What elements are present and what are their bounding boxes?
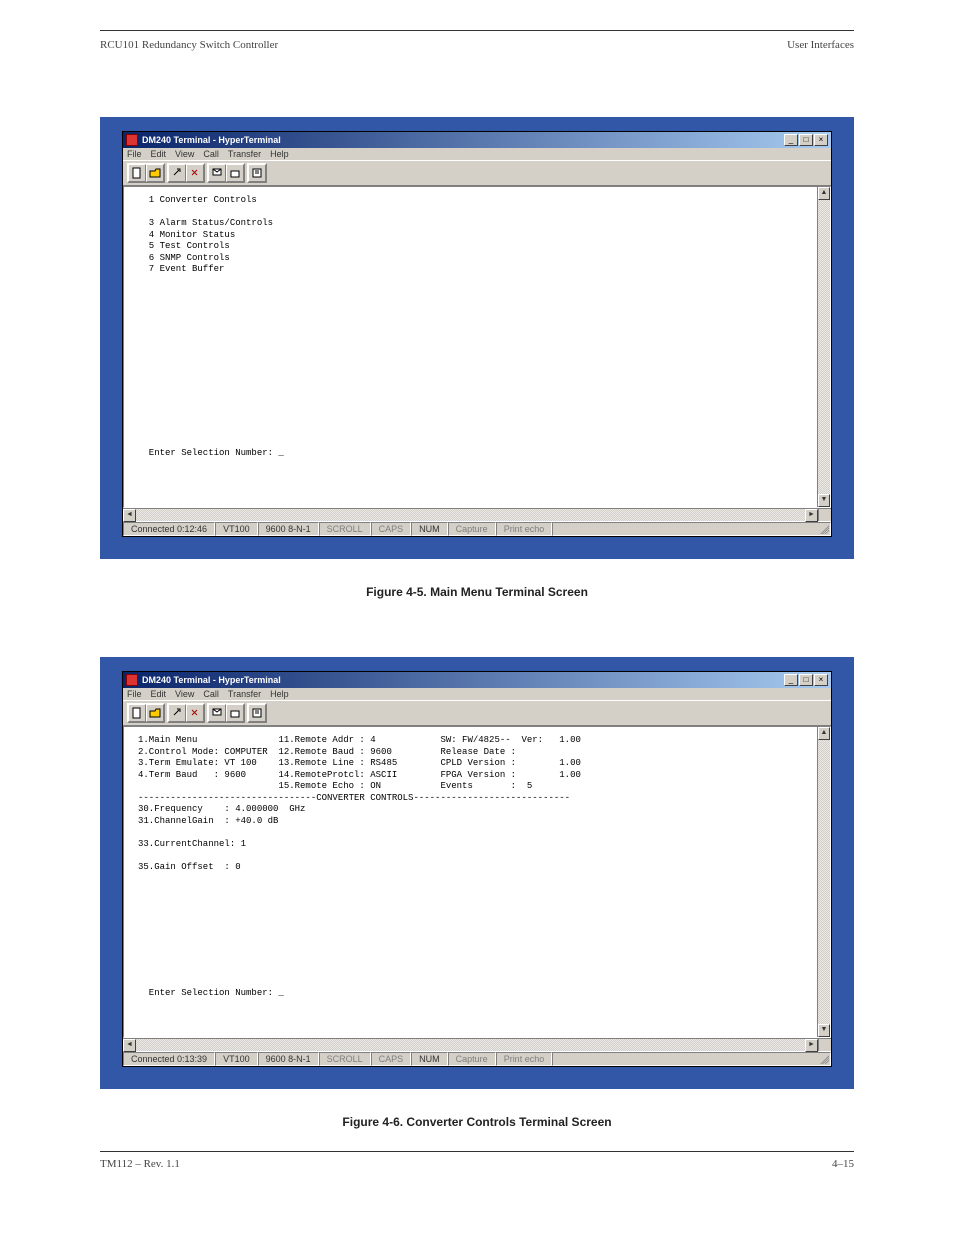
menu-transfer[interactable]: Transfer — [228, 689, 261, 699]
hyperterminal-window: DM240 Terminal - HyperTerminal _ □ × Fil… — [122, 671, 832, 1067]
scroll-track-v[interactable] — [818, 200, 830, 494]
menu-file[interactable]: File — [127, 689, 142, 699]
menu-view[interactable]: View — [175, 149, 194, 159]
scroll-left-icon[interactable]: ◄ — [123, 509, 136, 522]
scroll-right-icon[interactable]: ► — [805, 1039, 818, 1052]
connect-icon[interactable] — [168, 164, 186, 182]
terminal-area[interactable]: 1 Converter Controls 3 Alarm Status/Cont… — [123, 186, 831, 508]
status-connected: Connected 0:13:39 — [123, 1052, 215, 1066]
doc-header-left: RCU101 Redundancy Switch Controller — [100, 39, 278, 51]
menubar[interactable]: File Edit View Call Transfer Help — [123, 148, 831, 160]
doc-header-right: User Interfaces — [787, 39, 854, 51]
terminal-content: 1.Main Menu 11.Remote Addr : 4 SW: FW/48… — [124, 727, 817, 1037]
menu-view[interactable]: View — [175, 689, 194, 699]
scroll-right-icon[interactable]: ► — [805, 509, 818, 522]
statusbar: Connected 0:12:46 VT100 9600 8-N-1 SCROL… — [123, 521, 831, 536]
terminal-content: 1 Converter Controls 3 Alarm Status/Cont… — [124, 187, 817, 507]
figure-2: DM240 Terminal - HyperTerminal _ □ × Fil… — [100, 657, 854, 1089]
menu-call[interactable]: Call — [203, 689, 219, 699]
minimize-button[interactable]: _ — [784, 134, 798, 146]
status-emulation: VT100 — [215, 522, 258, 536]
minimize-button[interactable]: _ — [784, 674, 798, 686]
scroll-track-h[interactable] — [136, 509, 805, 521]
hyperterminal-window: DM240 Terminal - HyperTerminal _ □ × Fil… — [122, 131, 832, 537]
figure-2-caption: Figure 4-6. Converter Controls Terminal … — [100, 1115, 854, 1129]
figure-1-caption: Figure 4-5. Main Menu Terminal Screen — [100, 585, 854, 599]
status-caps: CAPS — [371, 522, 412, 536]
status-caps: CAPS — [371, 1052, 412, 1066]
scroll-corner — [818, 1038, 831, 1051]
properties-icon[interactable] — [248, 164, 266, 182]
open-icon[interactable] — [146, 164, 164, 182]
terminal-area[interactable]: 1.Main Menu 11.Remote Addr : 4 SW: FW/48… — [123, 726, 831, 1038]
window-titlebar[interactable]: DM240 Terminal - HyperTerminal _ □ × — [123, 132, 831, 148]
status-baud: 9600 8-N-1 — [258, 522, 319, 536]
open-icon[interactable] — [146, 704, 164, 722]
scroll-up-icon[interactable]: ▲ — [818, 187, 830, 200]
app-icon — [126, 674, 138, 686]
scroll-track-h[interactable] — [136, 1039, 805, 1051]
send-icon[interactable] — [208, 164, 226, 182]
toolbar — [123, 160, 831, 186]
vertical-scrollbar[interactable]: ▲ ▼ — [817, 187, 830, 507]
properties-icon[interactable] — [248, 704, 266, 722]
maximize-button[interactable]: □ — [799, 674, 813, 686]
scroll-down-icon[interactable]: ▼ — [818, 1024, 830, 1037]
connect-icon[interactable] — [168, 704, 186, 722]
resize-grip-icon[interactable] — [818, 1053, 829, 1064]
figure-1: DM240 Terminal - HyperTerminal _ □ × Fil… — [100, 117, 854, 559]
menu-edit[interactable]: Edit — [151, 149, 167, 159]
scroll-down-icon[interactable]: ▼ — [818, 494, 830, 507]
menu-transfer[interactable]: Transfer — [228, 149, 261, 159]
status-capture: Capture — [448, 522, 496, 536]
new-icon[interactable] — [128, 704, 146, 722]
resize-grip-icon[interactable] — [818, 523, 829, 534]
status-num: NUM — [411, 1052, 448, 1066]
window-title: DM240 Terminal - HyperTerminal — [142, 135, 784, 145]
status-baud: 9600 8-N-1 — [258, 1052, 319, 1066]
horizontal-scrollbar[interactable]: ◄ ► — [123, 508, 818, 521]
status-printecho: Print echo — [496, 522, 553, 536]
status-connected: Connected 0:12:46 — [123, 522, 215, 536]
status-num: NUM — [411, 522, 448, 536]
receive-icon[interactable] — [226, 704, 244, 722]
close-button[interactable]: × — [814, 134, 828, 146]
receive-icon[interactable] — [226, 164, 244, 182]
toolbar — [123, 700, 831, 726]
status-printecho: Print echo — [496, 1052, 553, 1066]
menu-call[interactable]: Call — [203, 149, 219, 159]
status-scroll: SCROLL — [319, 1052, 371, 1066]
maximize-button[interactable]: □ — [799, 134, 813, 146]
new-icon[interactable] — [128, 164, 146, 182]
scroll-up-icon[interactable]: ▲ — [818, 727, 830, 740]
menu-file[interactable]: File — [127, 149, 142, 159]
menu-help[interactable]: Help — [270, 149, 289, 159]
send-icon[interactable] — [208, 704, 226, 722]
statusbar: Connected 0:13:39 VT100 9600 8-N-1 SCROL… — [123, 1051, 831, 1066]
status-capture: Capture — [448, 1052, 496, 1066]
doc-footer-left: TM112 – Rev. 1.1 — [100, 1158, 180, 1170]
status-emulation: VT100 — [215, 1052, 258, 1066]
scroll-track-v[interactable] — [818, 740, 830, 1024]
doc-footer-right: 4–15 — [832, 1158, 854, 1170]
close-button[interactable]: × — [814, 674, 828, 686]
menu-help[interactable]: Help — [270, 689, 289, 699]
vertical-scrollbar[interactable]: ▲ ▼ — [817, 727, 830, 1037]
status-scroll: SCROLL — [319, 522, 371, 536]
disconnect-icon[interactable] — [186, 164, 204, 182]
horizontal-scrollbar[interactable]: ◄ ► — [123, 1038, 818, 1051]
menubar[interactable]: File Edit View Call Transfer Help — [123, 688, 831, 700]
window-titlebar[interactable]: DM240 Terminal - HyperTerminal _ □ × — [123, 672, 831, 688]
menu-edit[interactable]: Edit — [151, 689, 167, 699]
window-title: DM240 Terminal - HyperTerminal — [142, 675, 784, 685]
disconnect-icon[interactable] — [186, 704, 204, 722]
app-icon — [126, 134, 138, 146]
scroll-corner — [818, 508, 831, 521]
scroll-left-icon[interactable]: ◄ — [123, 1039, 136, 1052]
